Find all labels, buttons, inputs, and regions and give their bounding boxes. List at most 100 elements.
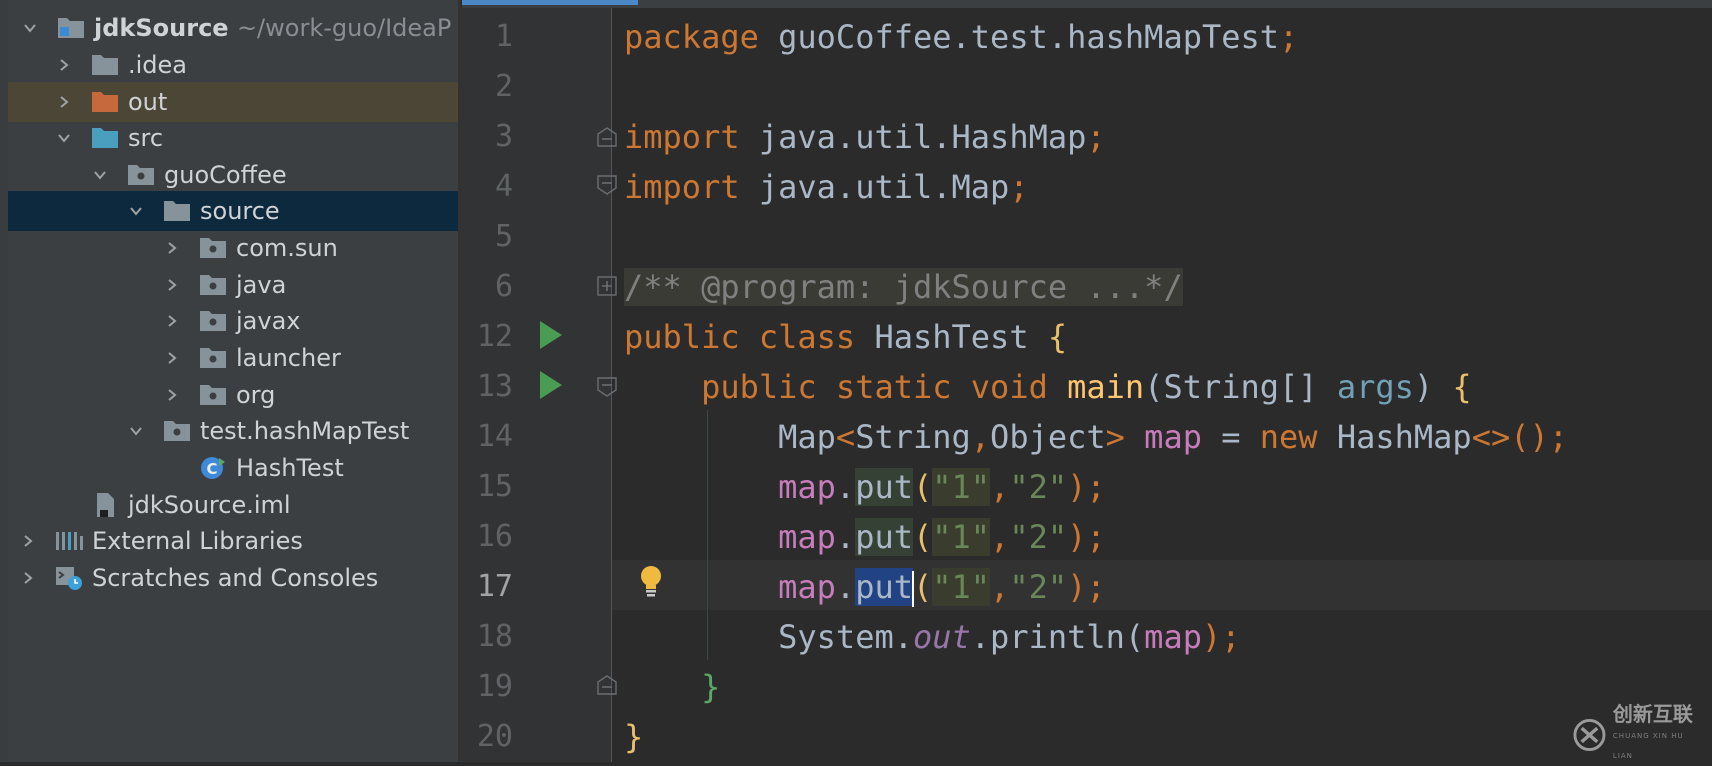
- tree-item-label: out: [128, 88, 168, 116]
- tree-item-label: com.sun: [236, 234, 338, 262]
- code-line-19[interactable]: }: [624, 662, 720, 712]
- editor-tab-strip: [462, 0, 1712, 8]
- fold-end-icon[interactable]: [596, 674, 618, 696]
- token: ,: [990, 468, 1010, 506]
- package-icon: [198, 308, 228, 334]
- fold-collapse-icon[interactable]: [596, 376, 618, 398]
- code-line-16[interactable]: map.put("1","2");: [624, 512, 1106, 562]
- line-number: 14: [476, 419, 513, 454]
- token: ,: [990, 568, 1010, 606]
- chevron-right-icon[interactable]: [54, 55, 74, 75]
- scratches-icon: [54, 565, 84, 591]
- code-line-4[interactable]: import java.util.Map;: [624, 162, 1029, 212]
- token: map: [778, 468, 836, 506]
- token: ;: [1009, 168, 1029, 206]
- tree-item-out[interactable]: out: [8, 82, 460, 122]
- fold-end-icon[interactable]: [596, 174, 618, 196]
- source-folder-icon: [90, 125, 120, 151]
- fold-expand-icon[interactable]: [596, 275, 618, 297]
- chevron-right-icon[interactable]: [162, 275, 182, 295]
- line-number: 18: [476, 619, 513, 654]
- tree-item-scratches[interactable]: Scratches and Consoles: [8, 558, 460, 598]
- code-line-14[interactable]: Map<String,Object> map = new HashMap<>()…: [624, 412, 1568, 462]
- code-line-15[interactable]: map.put("1","2");: [624, 462, 1106, 512]
- line-number: 13: [476, 369, 513, 404]
- chevron-right-icon[interactable]: [162, 311, 182, 331]
- token: java.util.Map: [739, 168, 1010, 206]
- chevron-right-icon[interactable]: [18, 531, 38, 551]
- code-line-12[interactable]: public class HashTest {: [624, 312, 1067, 362]
- tree-item-javax[interactable]: javax: [8, 301, 460, 341]
- token: Object: [990, 418, 1106, 456]
- tree-item-launcher[interactable]: launcher: [8, 338, 460, 378]
- folder-icon: [90, 52, 120, 78]
- token: ();: [1510, 418, 1569, 456]
- line-number: 6: [494, 269, 513, 304]
- code-line-17[interactable]: map.put("1","2");: [624, 562, 1106, 612]
- token: (: [912, 518, 933, 556]
- tree-item-com-sun[interactable]: com.sun: [8, 228, 460, 268]
- package-icon: [162, 418, 192, 444]
- tree-item-test-hashmaptest[interactable]: test.hashMapTest: [8, 411, 460, 451]
- token: ,: [990, 518, 1010, 556]
- tree-item-jdksource-iml[interactable]: jdkSource.iml: [8, 485, 460, 525]
- run-icon[interactable]: [538, 370, 564, 400]
- chevron-down-icon[interactable]: [90, 165, 110, 185]
- code-line-18[interactable]: System.out.println(map);: [624, 612, 1241, 662]
- chevron-right-icon[interactable]: [162, 238, 182, 258]
- chevron-down-icon[interactable]: [54, 128, 74, 148]
- token: "1": [932, 468, 991, 506]
- chevron-down-icon[interactable]: [126, 201, 146, 221]
- line-number-current: 17: [476, 569, 513, 604]
- chevron-right-icon[interactable]: [54, 92, 74, 112]
- tree-item-label: guoCoffee: [164, 161, 287, 189]
- tree-item-label: HashTest: [236, 454, 344, 482]
- chevron-right-icon[interactable]: [18, 568, 38, 588]
- chevron-right-icon[interactable]: [162, 348, 182, 368]
- tree-item-hashtest[interactable]: C HashTest: [8, 448, 460, 488]
- code-line-1[interactable]: package guoCoffee.test.hashMapTest;: [624, 12, 1298, 62]
- tree-item-label: External Libraries: [92, 527, 303, 555]
- project-path: ~/work-guo/IdeaP: [236, 14, 452, 42]
- line-number: 3: [494, 119, 513, 154]
- token: );: [1201, 618, 1241, 656]
- line-number: 15: [476, 469, 513, 504]
- fold-collapse-icon[interactable]: [596, 126, 618, 148]
- watermark: 创新互联 CHUANG XIN HU LIAN: [1572, 704, 1704, 760]
- code-line-3[interactable]: import java.util.HashMap;: [624, 112, 1106, 162]
- token: ): [1413, 368, 1453, 406]
- line-number: 19: [476, 669, 513, 704]
- token: package: [624, 18, 759, 56]
- tree-item-src[interactable]: src: [8, 118, 460, 158]
- line-number: 16: [476, 519, 513, 554]
- chevron-down-icon[interactable]: [126, 421, 146, 441]
- tree-item-java[interactable]: java: [8, 265, 460, 305]
- folded-comment[interactable]: /** @program: jdkSource ...*/: [624, 268, 1183, 306]
- tree-item-source[interactable]: source: [8, 191, 460, 231]
- token: HashTest: [855, 318, 1048, 356]
- token: {: [1047, 318, 1068, 356]
- tree-item-guocoffee[interactable]: guoCoffee: [8, 155, 460, 195]
- chevron-down-icon[interactable]: [20, 18, 40, 38]
- folder-icon: [162, 198, 192, 224]
- tree-item-external-libraries[interactable]: External Libraries: [8, 521, 460, 561]
- token: }: [701, 668, 721, 706]
- line-number: 4: [494, 169, 513, 204]
- tree-item-org[interactable]: org: [8, 375, 460, 415]
- java-class-icon: C: [198, 455, 228, 481]
- chevron-right-icon[interactable]: [162, 385, 182, 405]
- token: out: [912, 618, 971, 656]
- run-icon[interactable]: [538, 320, 564, 350]
- code-line-6[interactable]: /** @program: jdkSource ...*/: [624, 262, 1183, 312]
- token: "2": [1009, 468, 1068, 506]
- token: <: [835, 418, 856, 456]
- token: import: [624, 118, 740, 156]
- token: "2": [1009, 568, 1068, 606]
- tree-item-idea[interactable]: .idea: [8, 45, 460, 85]
- token: map: [778, 518, 836, 556]
- code-line-20[interactable]: }: [624, 712, 643, 762]
- code-line-13[interactable]: public static void main(String[] args) {: [624, 362, 1472, 412]
- line-number: 5: [494, 219, 513, 254]
- tree-item-jdksource[interactable]: jdkSource ~/work-guo/IdeaP: [8, 8, 460, 48]
- tree-item-label: test.hashMapTest: [200, 417, 410, 445]
